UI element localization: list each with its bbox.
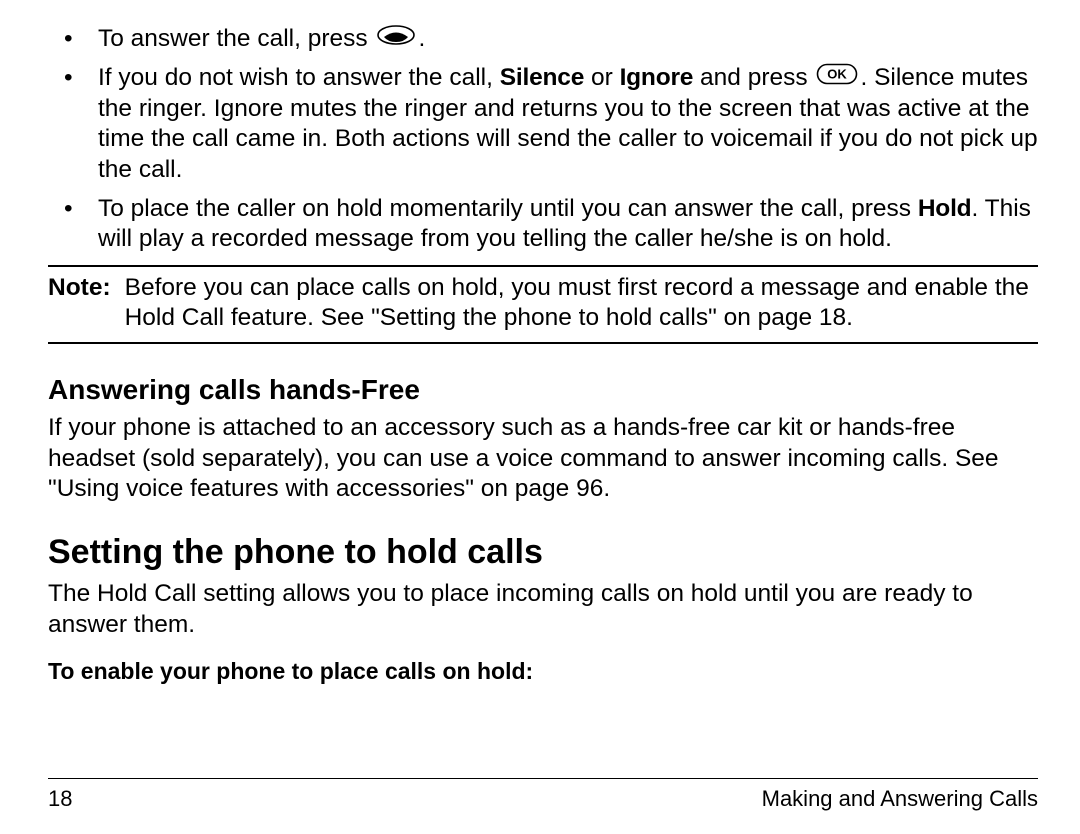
- note-label: Note:: [48, 273, 111, 334]
- section-title: Making and Answering Calls: [762, 785, 1038, 813]
- call-key-icon: [376, 24, 416, 55]
- handsfree-text: If your phone is attached to an accessor…: [48, 413, 1038, 505]
- ignore-label: Ignore: [620, 64, 694, 91]
- silence-label: Silence: [500, 64, 584, 91]
- holdcalls-heading: Setting the phone to hold calls: [48, 531, 1038, 574]
- text: To place the caller on hold momentarily …: [98, 195, 918, 222]
- note-text: Before you can place calls on hold, you …: [125, 273, 1038, 334]
- svg-text:OK: OK: [828, 67, 848, 82]
- page-footer: 18 Making and Answering Calls: [48, 778, 1038, 813]
- list-item: To answer the call, press .: [48, 24, 1038, 55]
- ok-key-icon: OK: [816, 63, 858, 94]
- list-item: To place the caller on hold momentarily …: [48, 194, 1038, 255]
- text: .: [418, 25, 425, 52]
- divider: [48, 265, 1038, 267]
- text: and press: [693, 64, 814, 91]
- handsfree-heading: Answering calls hands-Free: [48, 372, 1038, 407]
- text: or: [584, 64, 619, 91]
- holdcalls-subhead: To enable your phone to place calls on h…: [48, 657, 1038, 686]
- holdcalls-text: The Hold Call setting allows you to plac…: [48, 579, 1038, 640]
- text: If you do not wish to answer the call,: [98, 64, 500, 91]
- text: To answer the call, press: [98, 25, 374, 52]
- page-number: 18: [48, 785, 72, 813]
- list-item: If you do not wish to answer the call, S…: [48, 63, 1038, 186]
- hold-label: Hold: [918, 195, 972, 222]
- divider: [48, 342, 1038, 344]
- note-block: Note: Before you can place calls on hold…: [48, 273, 1038, 334]
- instruction-list: To answer the call, press . If you do no…: [48, 24, 1038, 255]
